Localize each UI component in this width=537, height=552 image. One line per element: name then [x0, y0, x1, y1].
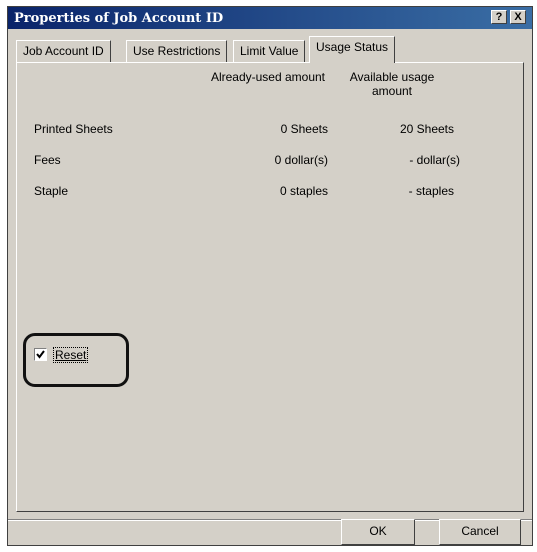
ok-button[interactable]: OK [341, 519, 415, 545]
row-label-fees: Fees [34, 153, 61, 167]
tab-usage-status[interactable]: Usage Status [309, 36, 396, 63]
help-button[interactable]: ? [491, 10, 507, 24]
staple-available: - staples [408, 184, 454, 198]
printed-sheets-available: 20 Sheets [399, 122, 454, 136]
title-bar: Properties of Job Account ID ? X [8, 7, 532, 29]
tab-limit-value[interactable]: Limit Value [233, 40, 306, 62]
row-label-printed-sheets: Printed Sheets [34, 122, 113, 136]
row-label-staple: Staple [34, 184, 69, 198]
reset-checkbox[interactable] [34, 348, 47, 361]
reset-label[interactable]: Reset [52, 347, 89, 363]
dialog-title: Properties of Job Account ID [14, 11, 224, 26]
tab-use-restrictions[interactable]: Use Restrictions [126, 40, 228, 62]
printed-sheets-used: 0 Sheets [280, 122, 328, 136]
properties-dialog: Properties of Job Account ID ? X Job Acc… [7, 6, 533, 546]
close-button[interactable]: X [510, 10, 526, 24]
staple-used: 0 staples [279, 184, 328, 198]
available-usage-header: Available usage amount [349, 70, 435, 98]
tab-job-account-id[interactable]: Job Account ID [16, 40, 111, 62]
fees-available: - dollar(s) [409, 153, 460, 167]
fees-used: 0 dollar(s) [274, 153, 328, 167]
already-used-header: Already-used amount [210, 70, 326, 84]
checkmark-icon [36, 350, 45, 359]
cancel-button[interactable]: Cancel [439, 519, 521, 545]
